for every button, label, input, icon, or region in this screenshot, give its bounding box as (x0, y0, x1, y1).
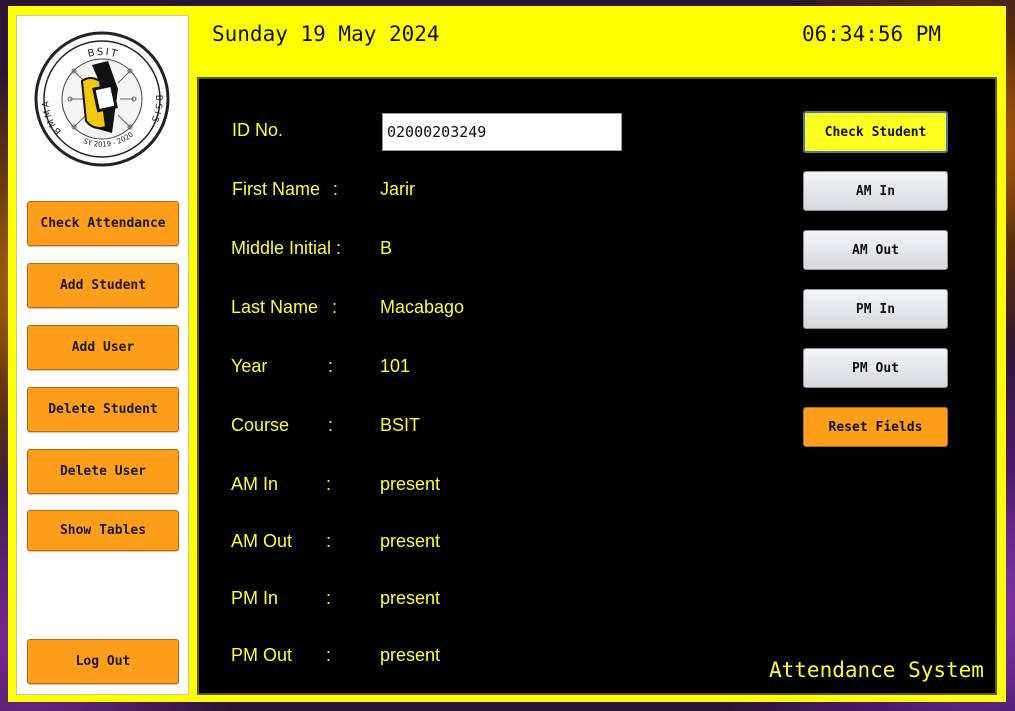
pm-out-label: PM Out (231, 645, 293, 665)
pm-in-label: PM In (231, 588, 279, 608)
app-title: Attendance System (769, 658, 984, 682)
last-name-colon: : (332, 297, 338, 317)
am-in-value: present (380, 474, 441, 494)
course-colon: : (328, 415, 334, 435)
last-name-label: Last Name (231, 297, 319, 317)
am-out-label: AM Out (231, 531, 293, 551)
id-label: ID No. (232, 120, 284, 140)
current-date: Sunday 19 May 2024 (212, 22, 440, 46)
am-in-button[interactable]: AM In (803, 171, 948, 211)
middle-initial-label: Middle Initial (231, 238, 332, 258)
course-label: Course (231, 415, 290, 435)
am-in-label: AM In (231, 474, 279, 494)
show-tables-button[interactable]: Show Tables (27, 510, 179, 551)
reset-fields-button[interactable]: Reset Fields (803, 407, 948, 447)
add-user-button[interactable]: Add User (27, 325, 179, 370)
first-name-colon: : (333, 179, 339, 199)
school-logo: BSIT BMMA BSIS SY 2019 - 2020 (34, 31, 170, 167)
middle-initial-colon: : (336, 238, 342, 258)
pm-out-value: present (380, 645, 441, 665)
pm-out-button[interactable]: PM Out (803, 348, 948, 388)
log-out-button[interactable]: Log Out (27, 639, 179, 684)
check-attendance-button[interactable]: Check Attendance (27, 201, 179, 246)
pm-out-colon: : (326, 645, 332, 665)
first-name-label: First Name (232, 179, 321, 199)
year-label: Year (231, 356, 268, 376)
year-colon: : (328, 356, 334, 376)
last-name-value: Macabago (380, 297, 465, 317)
am-out-colon: : (326, 531, 332, 551)
current-time: 06:34:56 PM (802, 22, 942, 46)
pm-in-button[interactable]: PM In (803, 289, 948, 329)
am-in-colon: : (326, 474, 332, 494)
am-out-value: present (380, 531, 441, 551)
course-value: BSIT (380, 415, 421, 435)
am-out-button[interactable]: AM Out (803, 230, 948, 270)
pm-in-value: present (380, 588, 441, 608)
pm-in-colon: : (326, 588, 332, 608)
delete-student-button[interactable]: Delete Student (27, 387, 179, 432)
id-number-input[interactable] (382, 113, 622, 151)
add-student-button[interactable]: Add Student (27, 263, 179, 308)
delete-user-button[interactable]: Delete User (27, 449, 179, 494)
check-student-button[interactable]: Check Student (803, 111, 948, 153)
year-value: 101 (380, 356, 411, 376)
middle-initial-value: B (380, 238, 393, 258)
first-name-value: Jarir (380, 179, 415, 199)
sidebar: BSIT BMMA BSIS SY 2019 - 2020 Check Atte… (16, 15, 189, 695)
